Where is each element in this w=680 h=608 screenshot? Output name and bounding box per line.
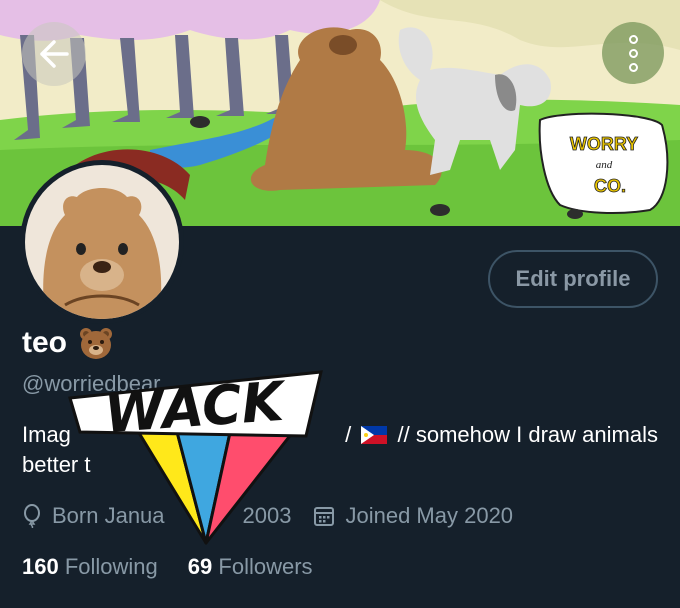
followers-label: Followers <box>218 554 313 579</box>
sign-word-2: and <box>596 159 613 171</box>
joined-item: Joined May 2020 <box>313 503 513 529</box>
display-name-row: teo <box>22 326 113 360</box>
joined-text: Joined May 2020 <box>345 503 514 528</box>
bio-slash: / <box>345 422 352 447</box>
followers-link[interactable]: 69 Followers <box>188 554 313 580</box>
sign-word-3: CO. <box>594 176 626 196</box>
follow-stats: 160 Following 69 Followers <box>22 554 313 580</box>
bio-text-start: Imag <box>22 422 71 447</box>
balloon-icon <box>24 504 40 528</box>
sign-word-1: WORRY <box>570 134 638 154</box>
bear-face-icon <box>80 328 112 359</box>
bear-avatar-image <box>25 165 179 319</box>
back-button[interactable] <box>22 22 86 86</box>
sticker-text: WACK <box>102 370 289 446</box>
following-label: Following <box>64 554 158 579</box>
avatar[interactable] <box>20 160 184 324</box>
following-link[interactable]: 160 Following <box>22 554 158 580</box>
display-name: teo <box>22 326 67 359</box>
followers-count: 69 <box>187 554 213 579</box>
more-vertical-icon-dot <box>628 62 638 72</box>
following-count: 160 <box>22 554 59 579</box>
philippines-flag-icon <box>361 426 388 444</box>
edit-profile-button[interactable]: Edit profile <box>488 250 658 308</box>
more-options-button[interactable] <box>602 22 664 84</box>
more-vertical-icon-dot <box>628 48 638 58</box>
wack-sticker: WACK <box>68 370 323 545</box>
bio-text-end: // somehow I draw animals <box>391 422 658 447</box>
more-vertical-icon-dot <box>628 34 638 44</box>
arrow-left-icon <box>40 40 69 68</box>
